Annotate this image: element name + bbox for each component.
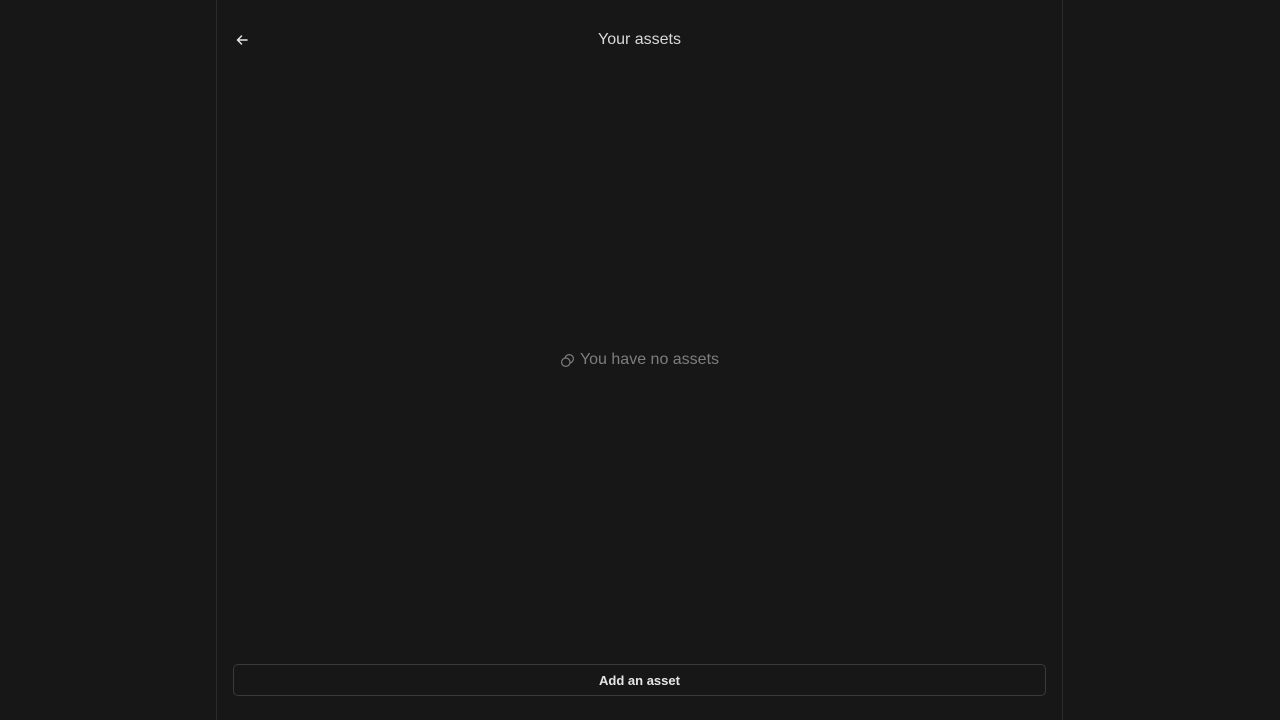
header: Your assets — [217, 0, 1062, 80]
app-background: Your assets You have no assets Add an as… — [0, 0, 1280, 720]
add-asset-button[interactable]: Add an asset — [233, 664, 1046, 696]
assets-panel: Your assets You have no assets Add an as… — [216, 0, 1063, 720]
page-title: Your assets — [597, 31, 681, 48]
empty-state: You have no assets — [217, 350, 1062, 370]
coins-icon — [560, 353, 575, 368]
empty-state-message: You have no assets — [579, 351, 720, 368]
